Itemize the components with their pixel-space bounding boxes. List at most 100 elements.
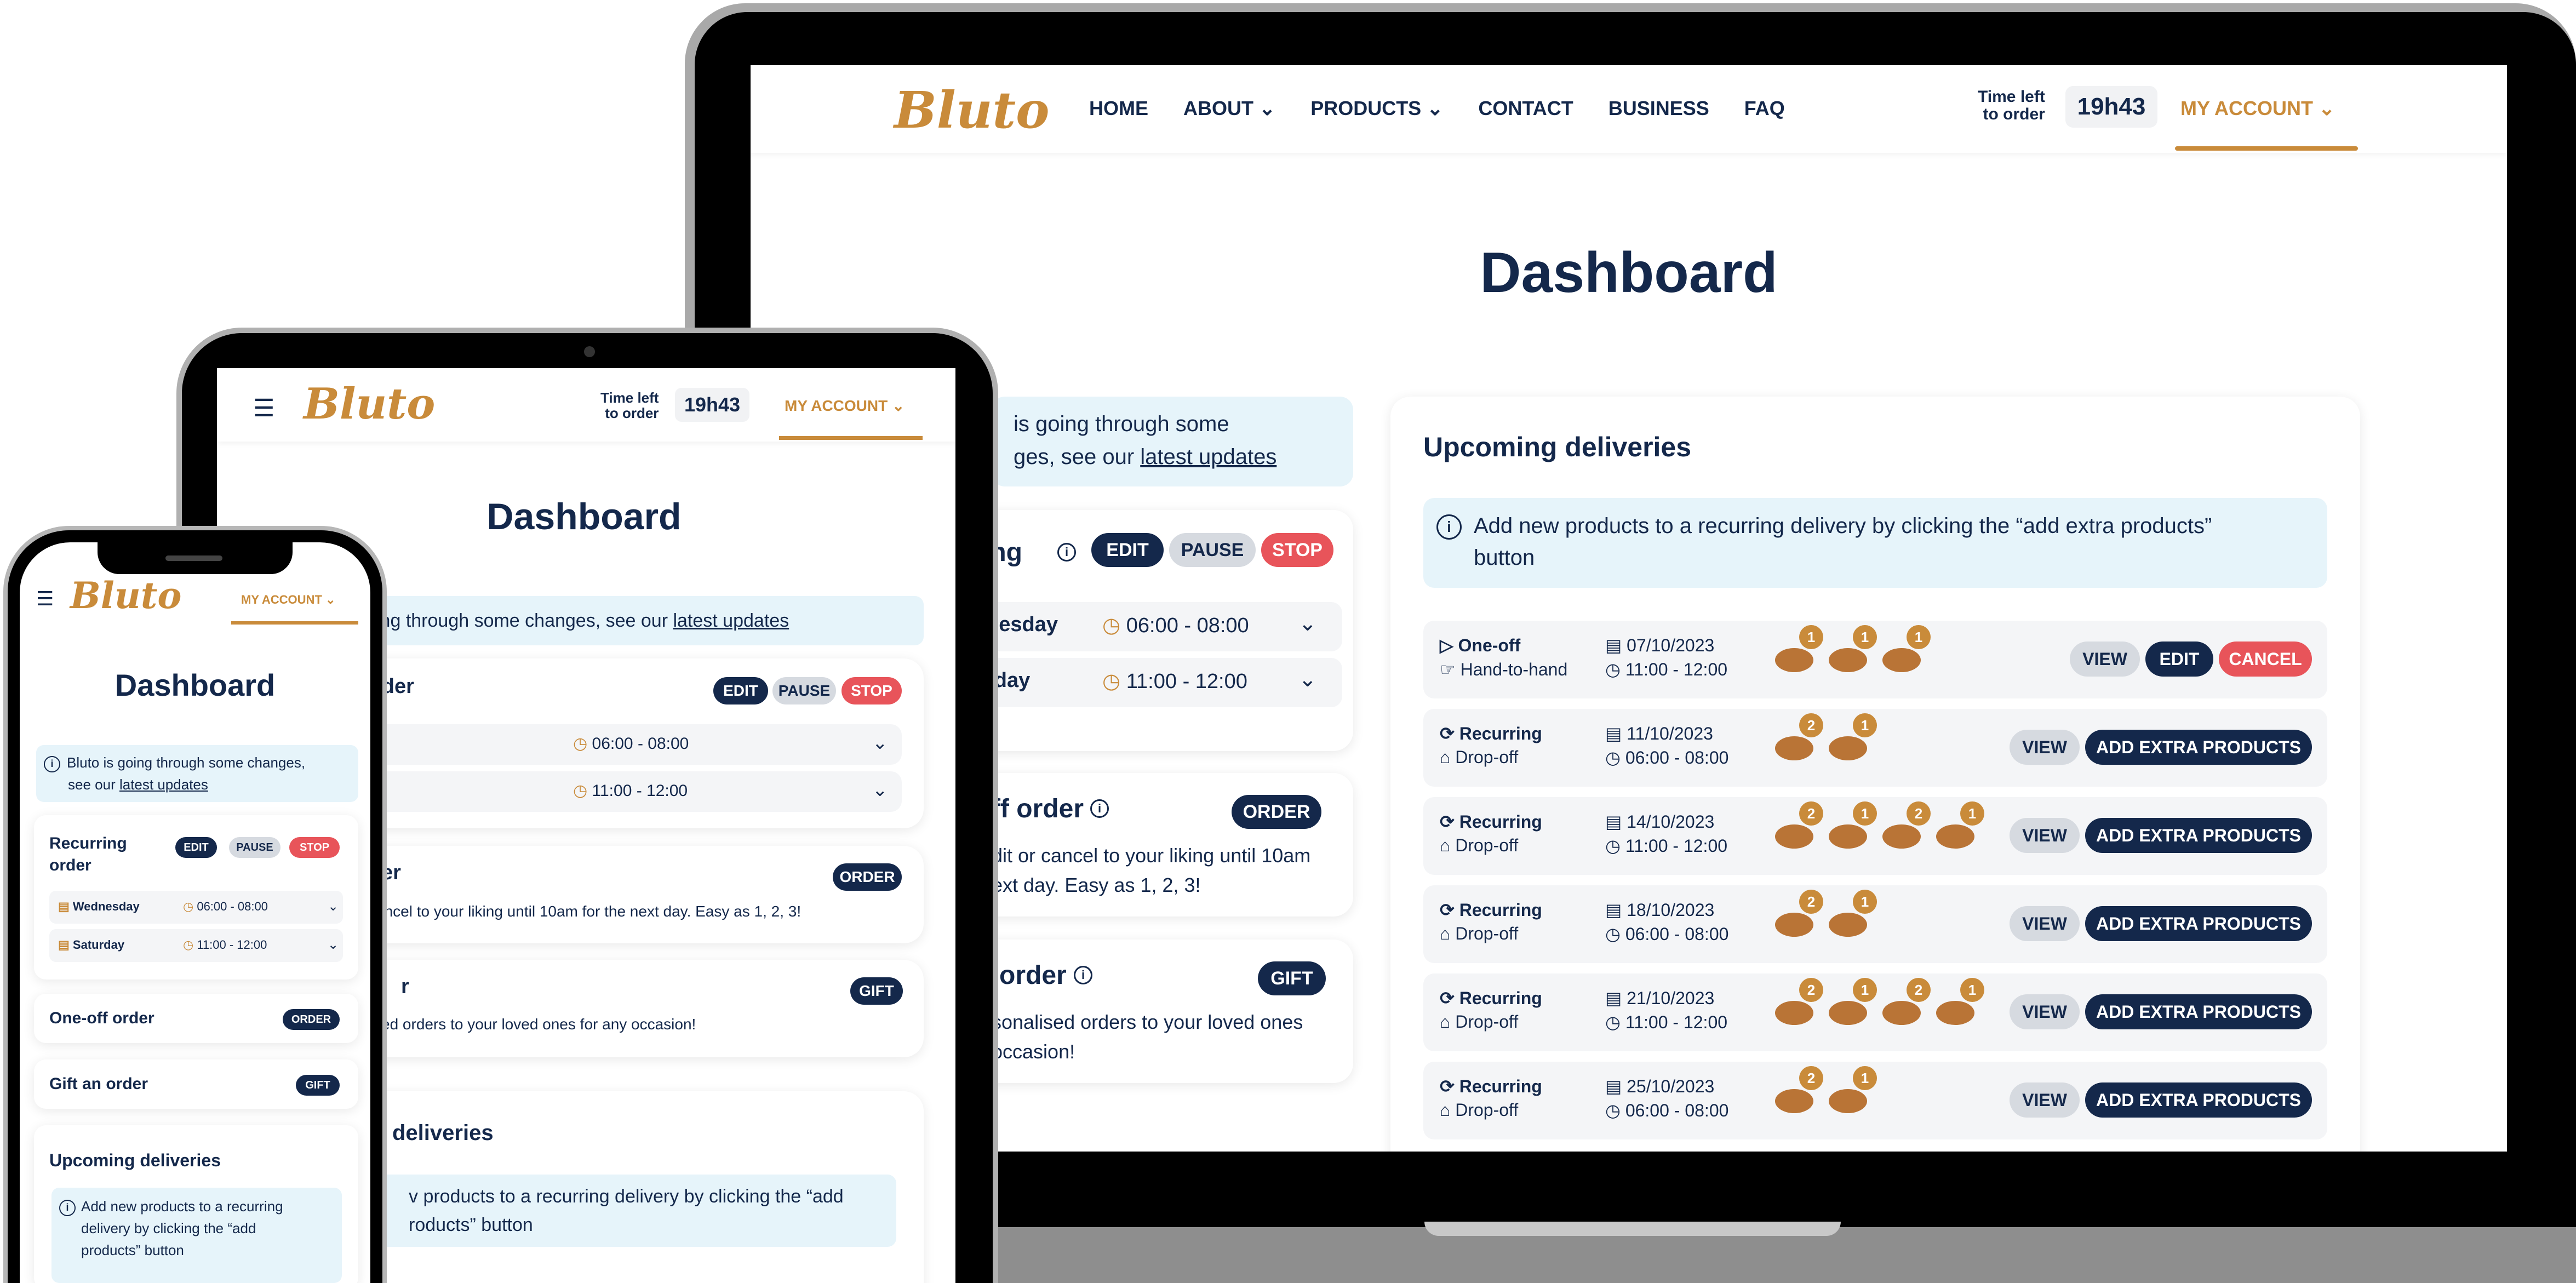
quantity-badge: 2 xyxy=(1907,801,1931,826)
edit-delivery-button[interactable]: EDIT xyxy=(2145,642,2213,677)
quantity-badge: 1 xyxy=(1853,1066,1877,1090)
edit-recurring-button[interactable]: EDIT xyxy=(1091,533,1164,567)
nav-contact[interactable]: CONTACT xyxy=(1478,97,1573,120)
pause-recurring-button[interactable]: PAUSE xyxy=(1169,533,1256,567)
home-icon: ⌂ xyxy=(1440,1100,1451,1120)
nav-about[interactable]: ABOUT ⌄ xyxy=(1183,97,1275,120)
view-button[interactable]: VIEW xyxy=(2010,818,2080,853)
clock-icon: ◷ xyxy=(573,782,588,800)
view-button[interactable]: VIEW xyxy=(2010,1082,2080,1118)
delivery-type-text: One-off xyxy=(1458,635,1521,655)
calendar-icon: ▤ xyxy=(1605,635,1622,655)
view-button[interactable]: VIEW xyxy=(2010,994,2080,1029)
chevron-down-icon[interactable]: ⌄ xyxy=(328,898,339,914)
day-time-text: 06:00 - 08:00 xyxy=(197,900,268,913)
order-button[interactable]: ORDER xyxy=(1232,795,1321,829)
delivery-method-text: Drop-off xyxy=(1455,835,1519,855)
chevron-down-icon[interactable]: ⌄ xyxy=(872,732,888,754)
view-button[interactable]: VIEW xyxy=(2010,730,2080,765)
chevron-down-icon[interactable]: ⌄ xyxy=(872,779,888,801)
add-extra-products-button[interactable]: ADD EXTRA PRODUCTS xyxy=(2085,906,2312,941)
upcoming-info-2: button xyxy=(1474,546,1535,570)
timer-label-1: Time left xyxy=(1978,88,2045,106)
delivery-method: ⌂ Drop-off xyxy=(1440,1012,1518,1032)
clock-icon: ◷ xyxy=(1102,614,1121,637)
timer-label-2: to order xyxy=(1983,105,2045,123)
quantity-badge: 2 xyxy=(1799,713,1823,737)
chevron-down-icon[interactable]: ⌄ xyxy=(1298,611,1317,636)
delivery-method: ⌂ Drop-off xyxy=(1440,1100,1518,1120)
nav-faq[interactable]: FAQ xyxy=(1744,97,1785,120)
calendar-icon: ▤ xyxy=(1605,812,1622,832)
clock-icon: ◷ xyxy=(1605,924,1621,944)
delivery-time: ◷ 11:00 - 12:00 xyxy=(1605,1012,1727,1033)
add-extra-products-button[interactable]: ADD EXTRA PRODUCTS xyxy=(2085,730,2312,765)
edit-recurring-button[interactable]: EDIT xyxy=(175,837,217,858)
account-active-bar xyxy=(231,621,358,625)
product-thumbnail xyxy=(1775,1001,1813,1025)
my-account-menu[interactable]: MY ACCOUNT ⌄ xyxy=(785,397,905,415)
delivery-method: ⌂ Drop-off xyxy=(1440,747,1518,767)
timer-label: Time left to order xyxy=(1978,88,2045,123)
laptop-hinge xyxy=(1424,1222,1841,1236)
delivery-time-text: 06:00 - 08:00 xyxy=(1625,748,1729,767)
logo[interactable]: Bluto xyxy=(70,574,181,617)
tablet-camera xyxy=(584,346,595,357)
hamburger-icon[interactable]: ☰ xyxy=(253,394,274,422)
nav-products[interactable]: PRODUCTS ⌄ xyxy=(1310,97,1443,120)
chevron-down-icon[interactable]: ⌄ xyxy=(328,937,339,953)
day-time: ◷ 11:00 - 12:00 xyxy=(573,781,688,800)
gift-button[interactable]: GIFT xyxy=(850,977,903,1005)
pause-recurring-button[interactable]: PAUSE xyxy=(772,677,836,704)
nav-business[interactable]: BUSINESS xyxy=(1608,97,1709,120)
my-account-menu[interactable]: MY ACCOUNT ⌄ xyxy=(2180,97,2335,120)
order-button[interactable]: ORDER xyxy=(833,863,902,891)
stop-recurring-button[interactable]: STOP xyxy=(1261,533,1333,567)
delivery-type-text: Recurring xyxy=(1459,988,1542,1008)
upcoming-info-3: products” button xyxy=(81,1242,184,1258)
delivery-date-text: 18/10/2023 xyxy=(1627,900,1715,920)
latest-updates-link[interactable]: latest updates xyxy=(119,776,208,793)
my-account-menu[interactable]: MY ACCOUNT ⌄ xyxy=(241,593,335,607)
view-button[interactable]: VIEW xyxy=(2070,642,2140,677)
logo[interactable]: Bluto xyxy=(894,81,1049,140)
day-time: ◷ 06:00 - 08:00 xyxy=(1102,613,1249,638)
product-thumbnail xyxy=(1775,736,1813,760)
delivery-time-text: 11:00 - 12:00 xyxy=(1625,836,1728,856)
delivery-time-text: 06:00 - 08:00 xyxy=(1625,924,1729,944)
product-thumbnail xyxy=(1775,648,1813,672)
product-thumbnail xyxy=(1829,648,1867,672)
clock-icon: ◷ xyxy=(1605,660,1621,679)
quantity-badge: 1 xyxy=(1907,625,1931,649)
add-extra-products-button[interactable]: ADD EXTRA PRODUCTS xyxy=(2085,994,2312,1029)
hamburger-icon[interactable]: ☰ xyxy=(36,587,54,610)
product-thumbnail xyxy=(1829,1001,1867,1025)
pause-recurring-button[interactable]: PAUSE xyxy=(229,837,281,858)
calendar-icon: ▤ xyxy=(1605,724,1622,743)
latest-updates-link[interactable]: latest updates xyxy=(673,610,789,631)
latest-updates-link[interactable]: latest updates xyxy=(1140,445,1276,469)
add-extra-products-button[interactable]: ADD EXTRA PRODUCTS xyxy=(2085,818,2312,853)
gift-button[interactable]: GIFT xyxy=(1258,961,1326,995)
gift-button[interactable]: GIFT xyxy=(296,1075,340,1096)
info-icon: i xyxy=(59,1200,76,1216)
day-label: ▤ Saturday xyxy=(58,938,125,952)
chevron-down-icon[interactable]: ⌄ xyxy=(1298,667,1317,692)
home-icon: ⌂ xyxy=(1440,747,1451,767)
add-extra-products-button[interactable]: ADD EXTRA PRODUCTS xyxy=(2085,1082,2312,1118)
quantity-badge: 2 xyxy=(1907,978,1931,1002)
product-thumbnail xyxy=(1775,1089,1813,1113)
quantity-badge: 1 xyxy=(1853,978,1877,1002)
order-button[interactable]: ORDER xyxy=(283,1009,340,1030)
cancel-delivery-button[interactable]: CANCEL xyxy=(2219,642,2312,677)
stop-recurring-button[interactable]: STOP xyxy=(842,677,902,704)
upcoming-title: Upcoming deliveries xyxy=(49,1150,221,1170)
logo[interactable]: Bluto xyxy=(304,379,435,429)
view-button[interactable]: VIEW xyxy=(2010,906,2080,941)
edit-recurring-button[interactable]: EDIT xyxy=(713,677,768,704)
account-active-bar xyxy=(2175,146,2358,151)
day-time-text: 06:00 - 08:00 xyxy=(1126,614,1249,637)
stop-recurring-button[interactable]: STOP xyxy=(289,837,340,858)
delivery-method-text: Drop-off xyxy=(1455,1100,1519,1120)
nav-home[interactable]: HOME xyxy=(1089,97,1148,120)
